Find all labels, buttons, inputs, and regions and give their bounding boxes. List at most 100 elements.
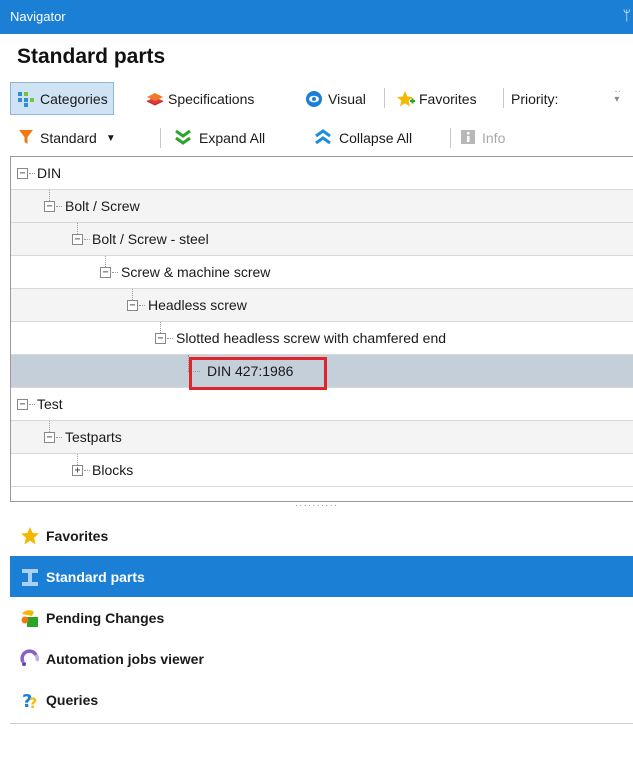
collapse-toggle[interactable]: − bbox=[127, 300, 138, 311]
tab-label: Favorites bbox=[419, 90, 477, 107]
tree-node-label: Screw & machine screw bbox=[121, 264, 271, 280]
standard-filter-label: Standard bbox=[40, 130, 97, 146]
tab-specifications[interactable]: Specifications bbox=[145, 82, 254, 115]
collapse-all-label: Collapse All bbox=[339, 130, 413, 146]
tab-label: Categories bbox=[40, 90, 108, 107]
priority-label: Priority: bbox=[511, 90, 559, 107]
nav-item-favorites[interactable]: Favorites bbox=[10, 515, 633, 556]
automation-icon bbox=[20, 648, 40, 669]
collapse-toggle[interactable]: − bbox=[17, 399, 28, 410]
toolbar-overflow-grip[interactable]: ·· ▾ bbox=[614, 87, 621, 105]
star-icon bbox=[20, 526, 40, 546]
info-label: Info bbox=[482, 130, 506, 146]
chevron-down-icon: ▼ bbox=[105, 132, 116, 144]
specifications-icon bbox=[145, 90, 164, 108]
tab-separator bbox=[384, 88, 385, 108]
nav-item-standard-parts[interactable]: Standard parts bbox=[10, 556, 633, 597]
window-title: Navigator bbox=[10, 9, 66, 24]
category-tree[interactable]: − DIN − Bolt / Screw − Bolt / Screw - st… bbox=[10, 156, 633, 502]
tree-node-label: Bolt / Screw - steel bbox=[92, 231, 209, 247]
tree-connector bbox=[56, 206, 62, 207]
expand-all-icon bbox=[173, 128, 193, 149]
nav-divider bbox=[10, 723, 633, 724]
tree-row[interactable]: − Slotted headless screw with chamfered … bbox=[11, 322, 633, 355]
tree-node-label: Blocks bbox=[92, 462, 134, 478]
collapse-toggle[interactable]: − bbox=[100, 267, 111, 278]
standard-parts-icon bbox=[20, 567, 40, 587]
tree-node-label: DIN bbox=[37, 165, 62, 181]
nav-item-pending-changes[interactable]: Pending Changes bbox=[10, 597, 633, 638]
tab-visual[interactable]: Visual bbox=[305, 82, 366, 115]
tree-row[interactable]: − Screw & machine screw bbox=[11, 256, 633, 289]
tree-node-label: Headless screw bbox=[148, 297, 247, 313]
tree-node-label: Testparts bbox=[65, 429, 122, 445]
tree-node-label: DIN 427:1986 bbox=[207, 363, 294, 379]
info-icon bbox=[460, 128, 476, 149]
standard-filter-button[interactable]: Standard ▼ bbox=[18, 126, 116, 150]
collapse-all-icon bbox=[313, 128, 333, 149]
tree-row-selected[interactable]: DIN 427:1986 bbox=[11, 355, 633, 388]
tree-connector bbox=[167, 338, 173, 339]
collapse-all-button[interactable]: Collapse All bbox=[313, 126, 412, 150]
tree-connector bbox=[49, 421, 50, 432]
tree-node-label: Test bbox=[37, 396, 63, 412]
tree-connector bbox=[132, 289, 133, 300]
pin-icon[interactable]: ᛘ bbox=[623, 7, 631, 23]
collapse-toggle[interactable]: − bbox=[44, 201, 55, 212]
tab-categories[interactable]: Categories bbox=[10, 82, 114, 115]
tree-row[interactable]: − Test bbox=[11, 388, 633, 421]
collapse-toggle[interactable]: − bbox=[72, 234, 83, 245]
favorites-icon bbox=[396, 90, 415, 108]
panel-splitter[interactable]: ·········· bbox=[0, 501, 633, 515]
toolbar-separator bbox=[160, 128, 161, 148]
tree-node-label: Slotted headless screw with chamfered en… bbox=[176, 330, 447, 346]
tree-row[interactable]: − Bolt / Screw bbox=[11, 190, 633, 223]
tab-favorites[interactable]: Favorites bbox=[396, 82, 477, 115]
tree-connector bbox=[188, 355, 189, 371]
expand-toggle[interactable]: + bbox=[72, 465, 83, 476]
tree-connector bbox=[29, 404, 35, 405]
tree-row[interactable]: − DIN bbox=[11, 157, 633, 190]
collapse-toggle[interactable]: − bbox=[155, 333, 166, 344]
tree-connector bbox=[77, 223, 78, 234]
tree-connector bbox=[77, 454, 78, 465]
tree-connector bbox=[188, 371, 200, 372]
tree-connector bbox=[84, 239, 90, 240]
page-title: Standard parts bbox=[17, 45, 166, 68]
expand-all-button[interactable]: Expand All bbox=[173, 126, 265, 150]
tree-connector bbox=[56, 437, 62, 438]
nav-label: Favorites bbox=[46, 527, 109, 544]
queries-icon: ?? bbox=[20, 690, 40, 712]
categories-icon bbox=[17, 90, 35, 108]
tree-toolbar: Standard ▼ Expand All Collapse All Info bbox=[10, 121, 633, 154]
tree-connector bbox=[160, 322, 161, 333]
collapse-toggle[interactable]: − bbox=[17, 168, 28, 179]
tree-row[interactable]: − Headless screw bbox=[11, 289, 633, 322]
tree-connector bbox=[105, 256, 106, 267]
pending-changes-icon bbox=[20, 608, 40, 628]
tree-row[interactable]: − Bolt / Screw - steel bbox=[11, 223, 633, 256]
nav-item-automation-jobs-viewer[interactable]: Automation jobs viewer bbox=[10, 638, 633, 679]
view-tabs: Categories Specifications Visual Favorit… bbox=[10, 80, 633, 117]
expand-all-label: Expand All bbox=[199, 130, 266, 146]
nav-label: Queries bbox=[46, 691, 99, 708]
tab-separator bbox=[503, 88, 504, 108]
visual-icon bbox=[305, 90, 323, 108]
collapse-toggle[interactable]: − bbox=[44, 432, 55, 443]
tree-row[interactable]: + Blocks bbox=[11, 454, 633, 487]
toolbar-separator bbox=[450, 128, 451, 148]
nav-item-queries[interactable]: ?? Queries bbox=[10, 679, 633, 720]
nav-label: Automation jobs viewer bbox=[46, 650, 204, 667]
nav-label: Pending Changes bbox=[46, 609, 165, 626]
filter-icon bbox=[18, 128, 34, 149]
svg-text:?: ? bbox=[29, 696, 37, 710]
tree-node-label: Bolt / Screw bbox=[65, 198, 140, 214]
tree-connector bbox=[112, 272, 118, 273]
tree-connector bbox=[139, 305, 145, 306]
nav-label: Standard parts bbox=[46, 568, 145, 585]
tree-row[interactable]: − Testparts bbox=[11, 421, 633, 454]
tree-connector bbox=[29, 173, 35, 174]
tab-label: Specifications bbox=[168, 90, 255, 107]
tab-label: Visual bbox=[328, 90, 366, 107]
info-button[interactable]: Info bbox=[460, 126, 505, 150]
